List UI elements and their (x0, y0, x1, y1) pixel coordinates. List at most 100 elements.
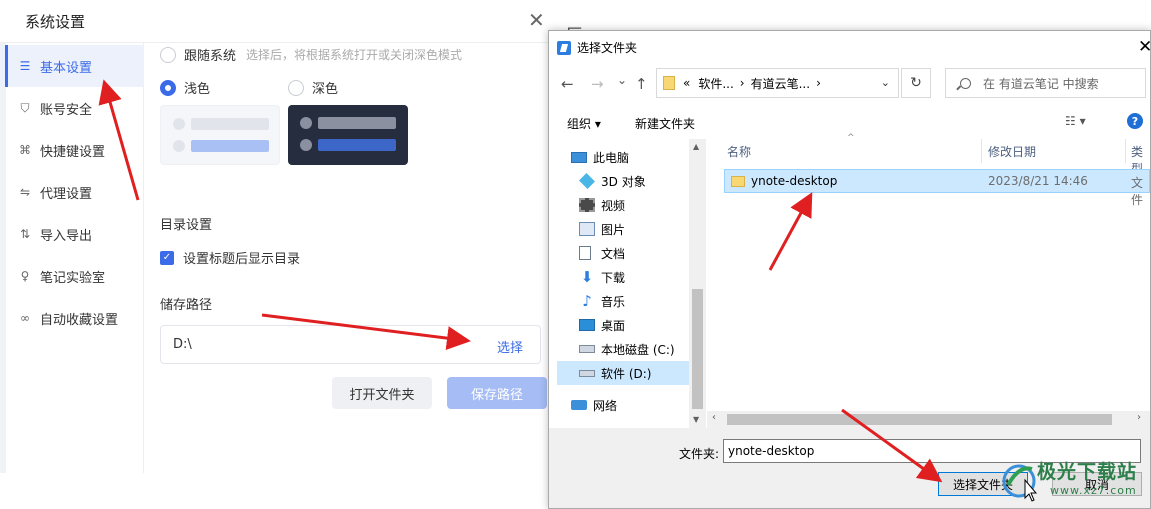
shield-icon: ⛉ (20, 100, 30, 115)
radio-label: 深色 (312, 82, 339, 97)
sort-up-icon: ^ (847, 133, 855, 143)
sidebar-item-label: 笔记实验室 (40, 270, 106, 286)
tree-item-this-pc[interactable]: 此电脑 (571, 145, 703, 169)
up-arrow-icon[interactable]: ↑ (635, 75, 648, 93)
sidebar-item-note-lab[interactable]: ♀ 笔记实验室 (0, 255, 144, 297)
scrollbar-thumb[interactable] (692, 289, 703, 409)
sidebar-item-shortcuts[interactable]: ⌘ 快捷键设置 (0, 129, 144, 171)
sidebar-item-label: 代理设置 (40, 186, 93, 202)
picture-icon (579, 222, 595, 236)
address-segment-software[interactable]: 软件... (698, 75, 733, 92)
command-bar: 组织 ▾ 新建文件夹 ☷ ▾ ? (549, 107, 1150, 135)
address-bar[interactable]: « 软件... › 有道云笔... › ⌄ (656, 68, 899, 98)
column-modified[interactable]: 修改日期 (988, 143, 1036, 160)
address-segment-ynote[interactable]: 有道云笔... (751, 75, 810, 92)
site-watermark: 极光下载站 www.xz7.com (1002, 455, 1147, 507)
radio-circle (160, 46, 176, 63)
cube-icon (579, 173, 595, 189)
select-path-link[interactable]: 选择 (497, 337, 523, 356)
sidebar-item-proxy[interactable]: ⇋ 代理设置 (0, 171, 144, 213)
file-list-header: ^ 名称 修改日期 类型 (717, 133, 1150, 176)
file-type: 文件 (1131, 176, 1144, 207)
scroll-up-icon[interactable]: ▲ (693, 142, 699, 151)
radio-hint: 选择后，将根据系统打开或关闭深色模式 (246, 48, 463, 62)
preview-dot (173, 140, 185, 152)
watermark-url: www.xz7.com (1050, 484, 1137, 497)
recent-dropdown-icon[interactable]: ⌄ (617, 73, 627, 87)
preview-bar (191, 118, 269, 130)
help-icon[interactable]: ? (1127, 113, 1143, 129)
toc-heading: 目录设置 (160, 218, 213, 233)
drive-icon (579, 345, 595, 353)
tree-item-label: 图片 (601, 222, 626, 237)
radio-label: 跟随系统 (184, 49, 237, 64)
picker-titlebar: 选择文件夹 (557, 39, 637, 56)
address-overflow: « (683, 76, 691, 90)
file-row[interactable]: ynote-desktop 2023/8/21 14:46 文件 (724, 169, 1150, 207)
bulb-icon: ♀ (20, 269, 30, 283)
sidebar-item-basic[interactable]: ☰ 基本设置 (0, 45, 144, 87)
file-name: ynote-desktop (751, 174, 838, 188)
preview-bar (318, 117, 396, 129)
tree-scrollbar[interactable]: ▲ ▼ (689, 139, 706, 429)
search-icon (960, 77, 971, 89)
scrollbar-thumb[interactable] (727, 414, 1112, 425)
preview-dot (300, 117, 312, 129)
folder-picker-dialog: 选择文件夹 ✕ ← → ⌄ ↑ « 软件... › 有道云笔... › ⌄ ↻ … (548, 30, 1151, 509)
picker-close-icon[interactable]: ✕ (1138, 37, 1151, 57)
address-separator: › (816, 76, 821, 90)
view-options-icon[interactable]: ☷ ▾ (1065, 114, 1086, 128)
checkbox-checked-icon: ✓ (160, 250, 174, 265)
sidebar-item-label: 自动收藏设置 (40, 312, 119, 328)
drive-icon (579, 369, 595, 377)
organize-menu[interactable]: 组织 ▾ (567, 115, 601, 132)
sidebar-item-account-security[interactable]: ⛉ 账号安全 (0, 87, 144, 129)
storage-heading: 储存路径 (160, 298, 213, 313)
music-icon: ♪ (582, 292, 592, 310)
checkbox-label: 设置标题后显示目录 (183, 252, 301, 267)
tree-item-label: 桌面 (601, 318, 626, 333)
radio-light[interactable]: 浅色 (160, 78, 210, 97)
chevron-down-icon[interactable]: ⌄ (881, 76, 890, 89)
address-separator: › (739, 76, 745, 90)
scroll-right-icon[interactable]: › (1137, 412, 1141, 423)
command-icon: ⌘ (19, 143, 31, 157)
toc-checkbox[interactable]: ✓ 设置标题后显示目录 (160, 248, 300, 267)
column-name[interactable]: 名称 (727, 143, 751, 160)
scroll-down-icon[interactable]: ▼ (693, 415, 699, 424)
horizontal-scrollbar[interactable]: ‹ › (707, 411, 1150, 428)
settings-dialog: 系统设置 ✕ ☰ 基本设置 ⛉ 账号安全 ⌘ 快捷键设置 ⇋ 代理设置 ⇅ 导入… (0, 0, 560, 509)
refresh-icon[interactable]: ↻ (901, 68, 931, 98)
open-folder-button[interactable]: 打开文件夹 (332, 377, 432, 409)
column-divider[interactable] (981, 139, 982, 163)
tree-item-drive-d[interactable]: 软件 (D:) (557, 361, 703, 385)
tree-item-label: 软件 (D:) (601, 366, 652, 381)
radio-follow-system[interactable]: 跟随系统 选择后，将根据系统打开或关闭深色模式 (160, 45, 462, 64)
sidebar-item-auto-collect[interactable]: ∞ 自动收藏设置 (0, 297, 144, 339)
forward-arrow-icon[interactable]: → (591, 75, 604, 93)
column-divider[interactable] (1125, 139, 1126, 163)
tree-item-label: 音乐 (601, 294, 626, 309)
storage-path-value: D:\ (173, 337, 192, 352)
document-icon (579, 246, 591, 260)
tree-item-network[interactable]: 网络 (571, 393, 703, 417)
sidebar-item-label: 快捷键设置 (40, 144, 106, 160)
save-path-button[interactable]: 保存路径 (447, 377, 547, 409)
desktop-icon (579, 319, 595, 331)
settings-title: 系统设置 (25, 13, 86, 31)
tree-item-label: 3D 对象 (601, 174, 646, 189)
watermark-title: 极光下载站 (1037, 461, 1138, 483)
back-arrow-icon[interactable]: ← (561, 75, 574, 93)
sidebar-item-label: 导入导出 (40, 228, 93, 244)
theme-preview-dark[interactable] (288, 105, 408, 165)
sidebar-item-import-export[interactable]: ⇅ 导入导出 (0, 213, 144, 255)
settings-close-icon[interactable]: ✕ (528, 10, 545, 30)
new-folder-button[interactable]: 新建文件夹 (635, 115, 695, 132)
scroll-left-icon[interactable]: ‹ (712, 412, 716, 423)
settings-sidebar: ☰ 基本设置 ⛉ 账号安全 ⌘ 快捷键设置 ⇋ 代理设置 ⇅ 导入导出 ♀ 笔记… (0, 43, 144, 473)
preview-bar (318, 139, 396, 151)
search-input[interactable]: 在 有道云笔记 中搜索 (945, 68, 1146, 98)
theme-preview-light[interactable] (160, 105, 280, 165)
radio-dark[interactable]: 深色 (288, 78, 338, 97)
sidebar-item-label: 基本设置 (40, 60, 93, 76)
